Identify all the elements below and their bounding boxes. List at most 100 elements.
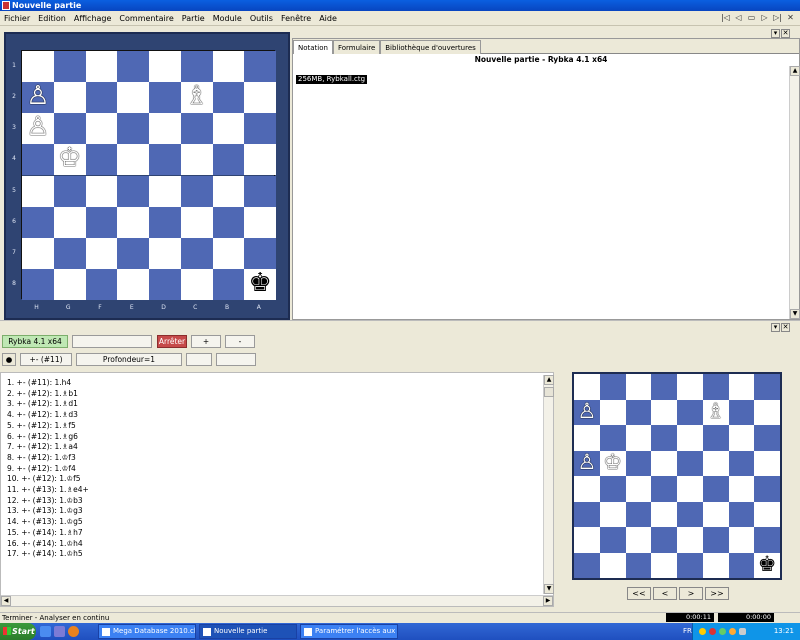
board-square[interactable] <box>22 206 54 238</box>
task-mega-database[interactable]: Mega Database 2010.cb... <box>98 624 196 639</box>
board-square[interactable] <box>180 144 213 176</box>
media-icon[interactable] <box>54 626 65 637</box>
analysis-line[interactable]: 1. +- (#11): 1.h4 <box>7 378 71 389</box>
white-pawn-piece[interactable]: ♙ <box>22 83 54 109</box>
analysis-line[interactable]: 3. +- (#12): 1.♗d1 <box>7 399 78 410</box>
board-square[interactable] <box>149 51 181 83</box>
board-square[interactable] <box>53 175 86 207</box>
mini-board-square[interactable] <box>702 425 729 451</box>
analysis-line[interactable]: 4. +- (#12): 1.♗d3 <box>7 410 78 421</box>
mini-board-square[interactable] <box>574 552 600 578</box>
board-square[interactable] <box>53 113 86 145</box>
mini-board-square[interactable] <box>625 527 652 553</box>
board-square[interactable] <box>85 237 118 269</box>
next-icon[interactable]: ▷ <box>759 13 770 23</box>
tray-update-icon[interactable] <box>719 628 726 635</box>
board-square[interactable] <box>180 113 213 145</box>
board-square[interactable] <box>53 206 86 238</box>
board-square[interactable] <box>53 82 86 114</box>
mini-board-square[interactable] <box>728 501 755 527</box>
tray-app-icon[interactable] <box>729 628 736 635</box>
board-square[interactable] <box>244 144 276 176</box>
analysis-line[interactable]: 9. +- (#12): 1.♔f4 <box>7 464 76 475</box>
dropdown-icon[interactable]: ▾ <box>771 323 780 332</box>
board-square[interactable] <box>22 175 54 207</box>
mini-board-square[interactable] <box>599 527 626 553</box>
tab-formulaire[interactable]: Formulaire <box>332 40 381 54</box>
mini-board-square[interactable] <box>574 527 600 553</box>
board-square[interactable] <box>244 237 276 269</box>
board-square[interactable] <box>212 175 245 207</box>
mini-board-square[interactable] <box>728 450 755 476</box>
scroll-down-icon[interactable]: ▼ <box>544 584 554 594</box>
board-square[interactable] <box>149 268 181 300</box>
mini-board-square[interactable] <box>728 527 755 553</box>
scroll-up-icon[interactable]: ▲ <box>544 375 554 385</box>
analysis-line[interactable]: 10. +- (#12): 1.♔f5 <box>7 474 81 485</box>
board-square[interactable] <box>212 113 245 145</box>
board-square[interactable] <box>22 237 54 269</box>
nav-last-button[interactable]: >> <box>705 587 729 600</box>
mini-board-square[interactable] <box>625 399 652 425</box>
dropdown-icon[interactable]: ▾ <box>771 29 780 38</box>
mini-board-square[interactable] <box>574 501 600 527</box>
mini-board-square[interactable] <box>651 450 677 476</box>
scroll-down-icon[interactable]: ▼ <box>790 309 800 319</box>
board-square[interactable] <box>53 237 86 269</box>
mini-board-square[interactable] <box>702 476 729 502</box>
analysis-line[interactable]: 2. +- (#12): 1.♗b1 <box>7 389 78 400</box>
nav-next-button[interactable]: > <box>679 587 703 600</box>
board-square[interactable] <box>85 268 118 300</box>
board-square[interactable] <box>244 51 276 83</box>
mini-board-square[interactable] <box>728 374 755 400</box>
mini-board-square[interactable] <box>574 425 600 451</box>
mini-board-square[interactable] <box>728 476 755 502</box>
skip-last-icon[interactable]: ▷| <box>772 13 783 23</box>
board-square[interactable] <box>180 237 213 269</box>
analysis-line[interactable]: 8. +- (#12): 1.♔f3 <box>7 453 76 464</box>
mini-board-square[interactable] <box>754 501 780 527</box>
mini-chessboard[interactable]: ♙ ♗ ♙ ♔ ♚ <box>574 374 780 578</box>
nav-first-button[interactable]: << <box>627 587 651 600</box>
menu-affichage[interactable]: Affichage <box>70 11 116 26</box>
board-square[interactable] <box>180 268 213 300</box>
start-button[interactable]: Start <box>0 623 36 640</box>
mini-board-square[interactable] <box>677 476 703 502</box>
analysis-line[interactable]: 7. +- (#12): 1.♗a4 <box>7 442 78 453</box>
board-square[interactable] <box>22 51 54 83</box>
task-parametrer[interactable]: Paramétrer l'accès aux t... <box>300 624 398 639</box>
mini-board-square[interactable] <box>625 501 652 527</box>
menu-outils[interactable]: Outils <box>246 11 277 26</box>
mini-board-square[interactable] <box>625 476 652 502</box>
board-square[interactable] <box>212 51 245 83</box>
white-king-piece[interactable]: ♔ <box>600 451 626 473</box>
board-square[interactable] <box>149 175 181 207</box>
scroll-right-icon[interactable]: ▶ <box>543 596 553 606</box>
prev-icon[interactable]: ◁ <box>733 13 744 23</box>
stop-button[interactable]: Arrêter <box>157 335 187 348</box>
board-square[interactable] <box>244 82 276 114</box>
analysis-line[interactable]: 16. +- (#14): 1.♔h4 <box>7 539 83 550</box>
scroll-thumb[interactable] <box>544 387 554 397</box>
menu-fichier[interactable]: Fichier <box>0 11 34 26</box>
board-square[interactable] <box>53 268 86 300</box>
analysis-hscrollbar[interactable]: ◀ ▶ <box>1 595 553 606</box>
board-square[interactable] <box>212 237 245 269</box>
board-square[interactable] <box>149 206 181 238</box>
tray-network-icon[interactable] <box>699 628 706 635</box>
board-square[interactable] <box>117 206 149 238</box>
mini-board-square[interactable] <box>651 425 677 451</box>
language-indicator[interactable]: FR <box>683 623 692 640</box>
scroll-up-icon[interactable]: ▲ <box>790 66 800 76</box>
black-king-piece[interactable]: ♚ <box>754 553 780 575</box>
white-pawn-piece[interactable]: ♙ <box>22 114 54 140</box>
analysis-line[interactable]: 12. +- (#13): 1.♔b3 <box>7 496 83 507</box>
board-square[interactable] <box>85 206 118 238</box>
black-king-piece[interactable]: ♚ <box>244 270 276 296</box>
comment-icon[interactable]: ▭ <box>746 13 757 23</box>
board-square[interactable] <box>149 82 181 114</box>
mini-board-square[interactable] <box>599 425 626 451</box>
skip-first-icon[interactable]: |◁ <box>720 13 731 23</box>
board-square[interactable] <box>53 51 86 83</box>
analysis-line[interactable]: 6. +- (#12): 1.♗g6 <box>7 432 78 443</box>
